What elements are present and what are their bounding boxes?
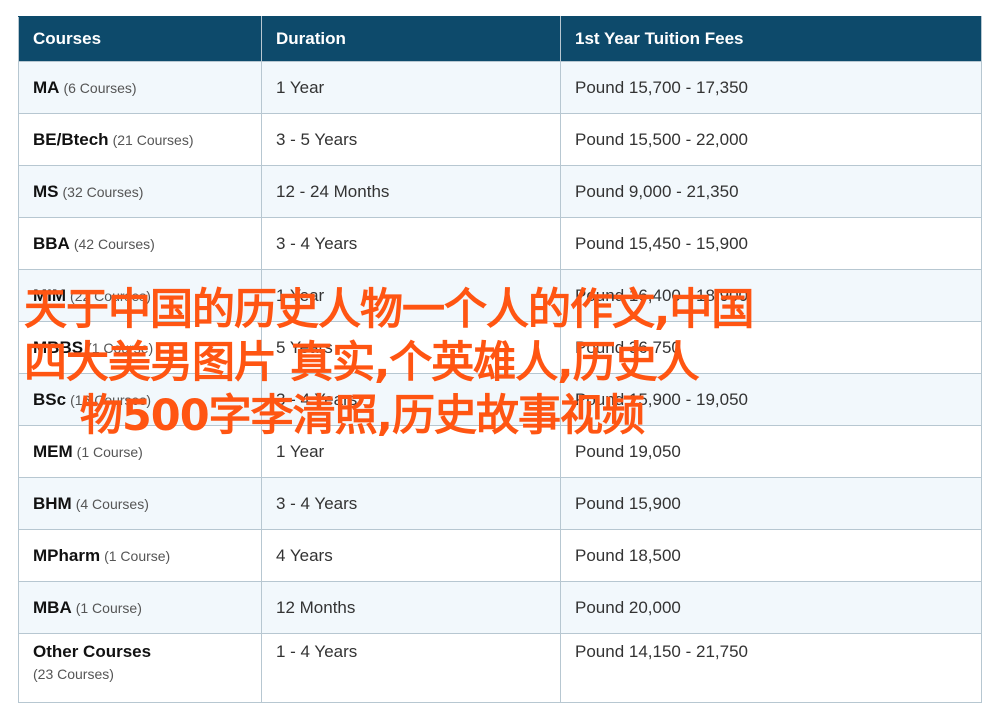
table-row: MBA (1 Course) 12 Months Pound 20,000 xyxy=(18,581,982,634)
page: Courses Duration 1st Year Tuition Fees M… xyxy=(0,0,1001,720)
course-count: (4 Courses) xyxy=(75,495,149,512)
table-row: MA (6 Courses) 1 Year Pound 15,700 - 17,3… xyxy=(18,61,982,114)
course-cell: MS (32 Courses) xyxy=(18,165,262,218)
duration-cell: 3 - 4 Years xyxy=(261,217,561,270)
duration-cell: 3 - 4 Years xyxy=(261,373,561,426)
table-header-row: Courses Duration 1st Year Tuition Fees xyxy=(18,16,982,62)
table-row: MS (32 Courses) 12 - 24 Months Pound 9,00… xyxy=(18,165,982,218)
course-fees-table: Courses Duration 1st Year Tuition Fees M… xyxy=(18,16,982,703)
course-cell: MBBS (1 Course) xyxy=(18,321,262,374)
course-count: (1 Course) xyxy=(87,339,154,356)
duration-cell: 5 Years xyxy=(261,321,561,374)
course-count: (1 Course) xyxy=(76,443,143,460)
course-name: MBBS xyxy=(33,337,84,357)
course-name: MA xyxy=(33,77,60,97)
course-name: MIM xyxy=(33,285,67,305)
fees-cell: Pound 15,700 - 17,350 xyxy=(560,61,982,114)
fees-cell: Pound 15,450 - 15,900 xyxy=(560,217,982,270)
course-count: (1 Course) xyxy=(104,547,171,564)
fees-cell: Pound 36,750 xyxy=(560,321,982,374)
course-name: BSc xyxy=(33,389,67,409)
course-cell: MIM (22 Courses) xyxy=(18,269,262,322)
course-count: (23 Courses) xyxy=(33,666,114,682)
table-row: MEM (1 Course) 1 Year Pound 19,050 xyxy=(18,425,982,478)
course-name: Other Courses xyxy=(33,642,152,661)
course-count: (16 Courses) xyxy=(70,391,151,408)
course-count: (22 Courses) xyxy=(70,287,151,304)
table-row: MPharm (1 Course) 4 Years Pound 18,500 xyxy=(18,529,982,582)
fees-cell: Pound 19,050 xyxy=(560,425,982,478)
course-count: (32 Courses) xyxy=(62,183,144,200)
fees-cell: Pound 15,500 - 22,000 xyxy=(560,113,982,166)
duration-cell: 12 Months xyxy=(261,581,561,634)
course-cell: BSc (16 Courses) xyxy=(18,373,262,426)
course-cell: BE/Btech (21 Courses) xyxy=(18,113,262,166)
course-cell: BHM (4 Courses) xyxy=(18,477,262,530)
fees-cell: Pound 16,400 - 18,900 xyxy=(560,269,982,322)
duration-cell: 1 - 4 Years xyxy=(261,633,561,703)
course-name: BE/Btech xyxy=(33,129,109,149)
duration-cell: 3 - 4 Years xyxy=(261,477,561,530)
course-name: MPharm xyxy=(33,545,101,565)
fees-cell: Pound 15,900 - 19,050 xyxy=(560,373,982,426)
course-name: BBA xyxy=(33,233,70,253)
duration-cell: 1 Year xyxy=(261,425,561,478)
course-name: MS xyxy=(33,181,59,201)
course-count: (1 Course) xyxy=(75,599,142,616)
table-row: MBBS (1 Course) 5 Years Pound 36,750 xyxy=(18,321,982,374)
table-row: MIM (22 Courses) 1 Year Pound 16,400 - 18… xyxy=(18,269,982,322)
course-count: (6 Courses) xyxy=(63,79,137,96)
header-tuition-fees: 1st Year Tuition Fees xyxy=(560,16,982,62)
table-row: BE/Btech (21 Courses) 3 - 5 Years Pound 1… xyxy=(18,113,982,166)
fees-cell: Pound 18,500 xyxy=(560,529,982,582)
course-count: (42 Courses) xyxy=(73,235,155,252)
fees-cell: Pound 14,150 - 21,750 xyxy=(560,633,982,703)
course-count: (21 Courses) xyxy=(112,131,194,148)
table-row: BSc (16 Courses) 3 - 4 Years Pound 15,900… xyxy=(18,373,982,426)
course-cell: Other Courses (23 Courses) xyxy=(18,633,262,703)
course-name: MEM xyxy=(33,441,73,461)
table-row: BBA (42 Courses) 3 - 4 Years Pound 15,450… xyxy=(18,217,982,270)
course-cell: MBA (1 Course) xyxy=(18,581,262,634)
header-courses: Courses xyxy=(18,16,262,62)
fees-cell: Pound 9,000 - 21,350 xyxy=(560,165,982,218)
course-cell: MEM (1 Course) xyxy=(18,425,262,478)
duration-cell: 3 - 5 Years xyxy=(261,113,561,166)
fees-cell: Pound 20,000 xyxy=(560,581,982,634)
course-name: BHM xyxy=(33,493,72,513)
course-cell: BBA (42 Courses) xyxy=(18,217,262,270)
header-duration: Duration xyxy=(261,16,561,62)
duration-cell: 1 Year xyxy=(261,61,561,114)
duration-cell: 12 - 24 Months xyxy=(261,165,561,218)
course-name: MBA xyxy=(33,597,72,617)
duration-cell: 4 Years xyxy=(261,529,561,582)
course-cell: MA (6 Courses) xyxy=(18,61,262,114)
course-cell: MPharm (1 Course) xyxy=(18,529,262,582)
fees-cell: Pound 15,900 xyxy=(560,477,982,530)
duration-cell: 1 Year xyxy=(261,269,561,322)
table-row: BHM (4 Courses) 3 - 4 Years Pound 15,900 xyxy=(18,477,982,530)
table-row: Other Courses (23 Courses) 1 - 4 Years Po… xyxy=(18,633,982,703)
